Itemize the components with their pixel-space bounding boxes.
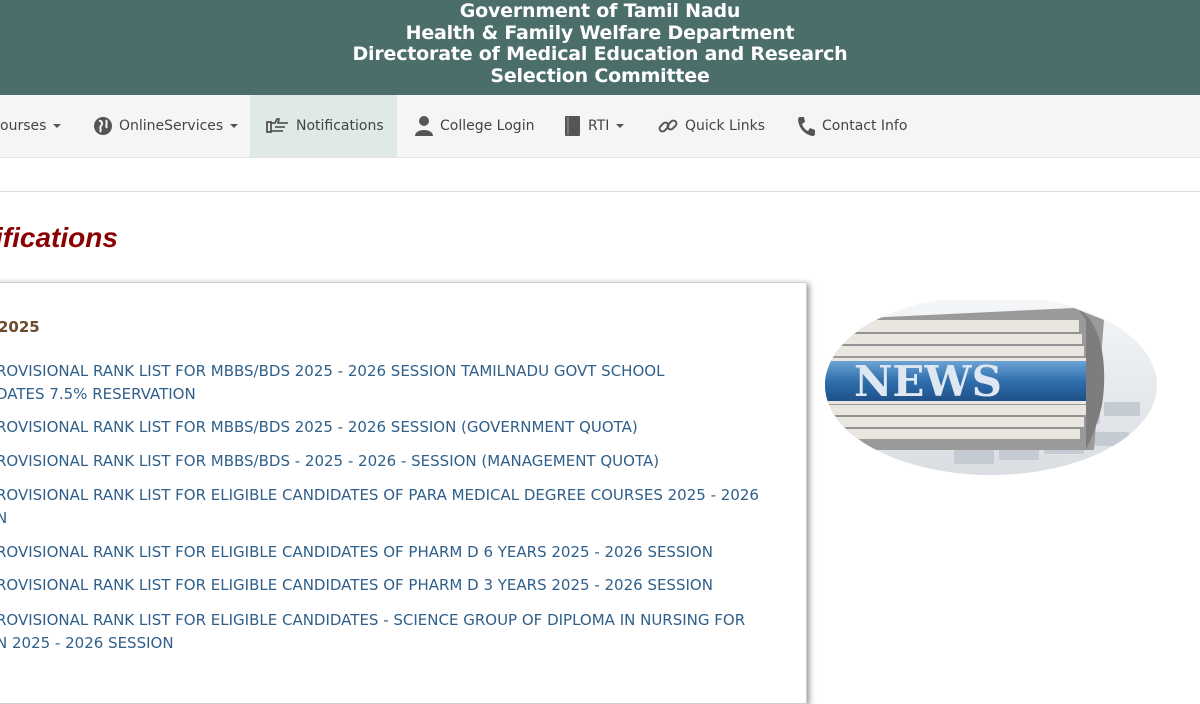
header-line-committee: Selection Committee: [490, 65, 710, 87]
header-line-directorate: Directorate of Medical Education and Res…: [352, 43, 848, 65]
notification-line: DATES 7.5% RESERVATION: [0, 385, 196, 403]
globe-icon: [94, 117, 112, 135]
notification-line: ROVISIONAL RANK LIST FOR ELIGIBLE CANDID…: [0, 576, 713, 594]
link-icon: [658, 119, 678, 133]
nav-online-services-label: OnlineServices: [119, 118, 224, 134]
nav-online-services[interactable]: OnlineServices: [93, 95, 239, 157]
notification-line: ROVISIONAL RANK LIST FOR MBBS/BDS 2025 -…: [0, 362, 665, 380]
nav-contact-info-label: Contact Info: [822, 118, 908, 134]
notification-line: N: [0, 509, 8, 527]
notification-line: ROVISIONAL RANK LIST FOR MBBS/BDS 2025 -…: [0, 418, 638, 436]
notification-link[interactable]: ROVISIONAL RANK LIST FOR ELIGIBLE CANDID…: [0, 484, 786, 530]
section-divider: [0, 191, 1200, 192]
nav-notifications[interactable]: Notifications: [250, 95, 397, 157]
phone-icon: [798, 117, 815, 136]
notification-line: N 2025 - 2026 SESSION: [0, 634, 174, 652]
nav-courses[interactable]: ourses: [0, 95, 62, 157]
notification-link[interactable]: ROVISIONAL RANK LIST FOR ELIGIBLE CANDID…: [0, 541, 786, 564]
nav-notifications-label: Notifications: [296, 118, 384, 134]
hand-pointer-icon: [266, 118, 288, 133]
notification-link[interactable]: ROVISIONAL RANK LIST FOR ELIGIBLE CANDID…: [0, 574, 786, 597]
news-label: NEWS: [854, 357, 1002, 406]
book-icon: [565, 116, 580, 136]
notification-link[interactable]: ROVISIONAL RANK LIST FOR MBBS/BDS 2025 -…: [0, 416, 786, 439]
header-line-department: Health & Family Welfare Department: [405, 22, 795, 44]
chevron-down-icon: [616, 124, 625, 128]
header-line-government: Government of Tamil Nadu: [459, 0, 741, 22]
chevron-down-icon: [230, 124, 239, 128]
notification-link[interactable]: ROVISIONAL RANK LIST FOR MBBS/BDS - 2025…: [0, 450, 786, 473]
chevron-down-icon: [53, 124, 62, 128]
notification-line: ROVISIONAL RANK LIST FOR MBBS/BDS - 2025…: [0, 452, 660, 470]
notification-link[interactable]: ROVISIONAL RANK LIST FOR MBBS/BDS 2025 -…: [0, 360, 786, 406]
user-icon: [415, 116, 433, 136]
nav-quick-links[interactable]: Quick Links: [657, 95, 765, 157]
news-newspapers-image: NEWS: [825, 300, 1157, 475]
site-header: Government of Tamil Nadu Health & Family…: [0, 0, 1200, 95]
notification-line: ROVISIONAL RANK LIST FOR ELIGIBLE CANDID…: [0, 611, 746, 629]
main-navbar: ourses OnlineServices Notifications Coll…: [0, 95, 1200, 158]
nav-contact-info[interactable]: Contact Info: [796, 95, 907, 157]
notification-line: ROVISIONAL RANK LIST FOR ELIGIBLE CANDID…: [0, 486, 759, 504]
notification-line: ROVISIONAL RANK LIST FOR ELIGIBLE CANDID…: [0, 543, 713, 561]
nav-courses-label: ourses: [0, 118, 47, 134]
notification-link[interactable]: ROVISIONAL RANK LIST FOR ELIGIBLE CANDID…: [0, 609, 786, 655]
page-title: ifications: [0, 222, 118, 253]
nav-college-login[interactable]: College Login: [414, 95, 534, 157]
nav-rti-label: RTI: [588, 118, 610, 134]
year-heading: 2025: [0, 318, 40, 336]
nav-college-login-label: College Login: [440, 118, 535, 134]
nav-rti[interactable]: RTI: [564, 95, 625, 157]
nav-quick-links-label: Quick Links: [685, 118, 766, 134]
